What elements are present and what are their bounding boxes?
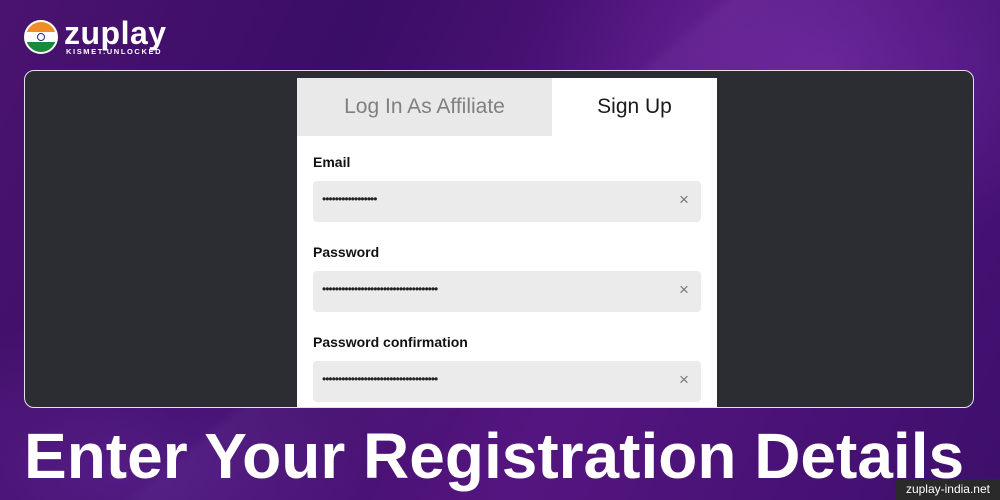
- tab-login-affiliate[interactable]: Log In As Affiliate: [297, 78, 552, 136]
- email-field[interactable]: ••••••••••••••••• ×: [313, 181, 701, 222]
- brand-logo[interactable]: zuplay KISMET.UNLOCKED: [24, 15, 194, 58]
- email-label: Email: [313, 154, 351, 170]
- brand-name: zuplay: [64, 15, 167, 51]
- email-value: •••••••••••••••••: [322, 192, 377, 206]
- auth-tabs: Log In As Affiliate Sign Up: [297, 78, 717, 136]
- password-value: ••••••••••••••••••••••••••••••••••••: [322, 282, 438, 296]
- screenshot-frame: Log In As Affiliate Sign Up Email ••••••…: [24, 70, 974, 408]
- site-url: zuplay-india.net: [895, 479, 1000, 500]
- clear-password-confirmation-icon[interactable]: ×: [676, 371, 692, 389]
- brand-tagline: KISMET.UNLOCKED: [66, 47, 163, 56]
- auth-panel: Log In As Affiliate Sign Up Email ••••••…: [297, 78, 717, 407]
- password-confirmation-label: Password confirmation: [313, 334, 468, 350]
- clear-email-icon[interactable]: ×: [676, 191, 692, 209]
- password-label: Password: [313, 244, 380, 260]
- headline: Enter Your Registration Details: [24, 420, 965, 492]
- password-confirmation-field[interactable]: •••••••••••••••••••••••••••••••••••• ×: [313, 361, 701, 402]
- clear-password-icon[interactable]: ×: [676, 281, 692, 299]
- india-flag-icon: [24, 20, 58, 54]
- tab-sign-up[interactable]: Sign Up: [552, 78, 717, 136]
- password-confirmation-value: ••••••••••••••••••••••••••••••••••••: [322, 372, 438, 386]
- password-field[interactable]: •••••••••••••••••••••••••••••••••••• ×: [313, 271, 701, 312]
